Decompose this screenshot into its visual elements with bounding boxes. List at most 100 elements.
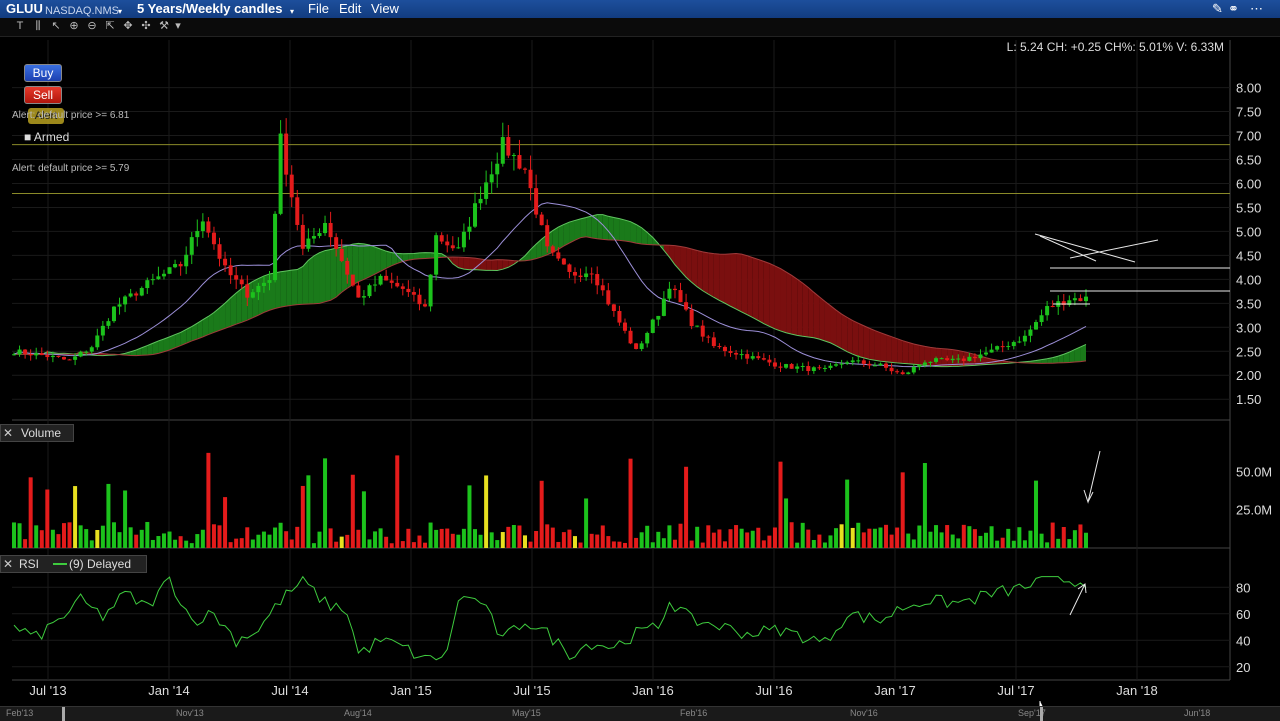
- volume-panel-header: ✕ Volume: [0, 424, 74, 442]
- candle-body: [845, 362, 850, 364]
- volume-bar: [872, 528, 877, 548]
- cloud-segment: [580, 217, 587, 238]
- volume-bar: [689, 540, 694, 548]
- volume-bar: [317, 531, 322, 548]
- menu-file[interactable]: File: [308, 1, 329, 17]
- candle-body: [506, 137, 511, 156]
- buy-button[interactable]: Buy: [24, 64, 62, 82]
- annotation-arrow: [1083, 450, 1101, 504]
- volume-bar: [1056, 538, 1061, 548]
- cloud-segment: [691, 248, 698, 287]
- candle-body: [667, 288, 672, 299]
- cloud-segment: [302, 260, 309, 305]
- cloud-segment: [669, 245, 675, 265]
- sell-button[interactable]: Sell: [24, 86, 62, 104]
- candle-body: [1028, 329, 1033, 336]
- volume-bar: [100, 525, 105, 548]
- volume-bar: [767, 535, 772, 548]
- candle-body: [961, 358, 966, 361]
- candle-body: [345, 260, 350, 275]
- cloud-segment: [363, 243, 370, 280]
- candle-body: [1000, 346, 1005, 348]
- volume-bar: [945, 525, 950, 548]
- candle-body: [734, 352, 739, 355]
- candle-body: [300, 224, 305, 249]
- cloud-segment: [819, 296, 825, 341]
- x-tick-label: Jul '17: [997, 683, 1034, 698]
- volume-bar: [306, 475, 311, 548]
- chart-canvas[interactable]: 1.50 2.00 2.50 3.00 3.50 4.00 4.50 5.00 5.50 6.00…: [0, 18, 1280, 706]
- candle-body: [106, 321, 111, 326]
- volume-bar: [161, 533, 166, 548]
- menu-view[interactable]: View: [371, 1, 399, 17]
- volume-bar: [450, 533, 455, 548]
- candle-body: [239, 279, 244, 285]
- navigator-handle-left[interactable]: [62, 707, 65, 721]
- grid-icon[interactable]: ⋯: [1250, 1, 1263, 17]
- candle-body: [373, 284, 378, 286]
- volume-bar: [534, 531, 539, 548]
- volume-bar: [545, 524, 550, 548]
- symbol[interactable]: GLUU: [6, 1, 43, 17]
- candle-body: [906, 372, 911, 375]
- candle-body: [173, 264, 178, 268]
- volume-bar: [1028, 530, 1033, 548]
- navigator-handle-right[interactable]: [1040, 707, 1043, 721]
- candle-body: [650, 319, 655, 333]
- volume-bar: [361, 491, 366, 548]
- volume-bar: [339, 536, 344, 548]
- cloud-segment: [613, 217, 620, 241]
- navigator-bar[interactable]: Feb'13 Nov'13 Aug'14 May'15 Feb'16 Nov'1…: [0, 706, 1280, 721]
- candle-body: [834, 364, 839, 366]
- y-tick-label: 1.50: [1236, 392, 1261, 407]
- volume-bar: [323, 458, 328, 548]
- rsi-tick-label: 20: [1236, 660, 1250, 675]
- volume-bar: [517, 525, 522, 548]
- volume-bar: [367, 539, 372, 548]
- candle-body: [545, 225, 550, 247]
- link-icon[interactable]: ⚭: [1228, 1, 1239, 17]
- volume-bar: [717, 529, 722, 548]
- volume-bar: [861, 532, 866, 548]
- menu-edit[interactable]: Edit: [339, 1, 361, 17]
- volume-bar: [1017, 527, 1022, 548]
- candle-body: [234, 275, 239, 280]
- volume-bar: [778, 461, 783, 548]
- candle-body: [256, 285, 261, 293]
- exchange[interactable]: NASDAQ.NMS: [45, 3, 119, 19]
- candle-body: [189, 237, 194, 255]
- volume-bar: [56, 534, 61, 548]
- volume-bar: [223, 497, 228, 548]
- pen-icon[interactable]: ✎: [1212, 1, 1223, 17]
- cloud-segment: [236, 288, 242, 325]
- volume-bar: [1072, 530, 1077, 548]
- period-selector[interactable]: 5 Years/Weekly candles: [137, 1, 283, 17]
- cloud-segment: [736, 253, 742, 312]
- volume-bar: [228, 542, 233, 548]
- candle-body: [750, 356, 755, 359]
- annotation-arrow: [1069, 583, 1087, 616]
- volume-bar: [795, 542, 800, 548]
- candle-body: [356, 285, 361, 298]
- volume-bar: [967, 526, 972, 548]
- y-tick-label: 4.50: [1236, 248, 1261, 263]
- collapse-icon[interactable]: ✕: [3, 426, 13, 440]
- candle-body: [872, 365, 877, 367]
- cloud-segment: [586, 215, 592, 238]
- rsi-layer: [13, 575, 1087, 661]
- cloud-segment: [252, 278, 259, 318]
- volume-bar: [961, 524, 966, 548]
- volume-bar: [261, 531, 266, 548]
- volume-bar: [167, 531, 172, 548]
- cloud-segment: [597, 214, 603, 240]
- candle-body: [617, 311, 622, 323]
- volume-bar: [906, 533, 911, 548]
- candle-body: [473, 203, 478, 227]
- volume-bar: [989, 526, 994, 548]
- y-tick-label: 5.50: [1236, 200, 1261, 215]
- candle-body: [895, 371, 900, 373]
- candle-body: [656, 315, 661, 320]
- candle-body: [211, 232, 216, 245]
- y-tick-label: 5.00: [1236, 224, 1261, 239]
- collapse-icon[interactable]: ✕: [3, 557, 13, 571]
